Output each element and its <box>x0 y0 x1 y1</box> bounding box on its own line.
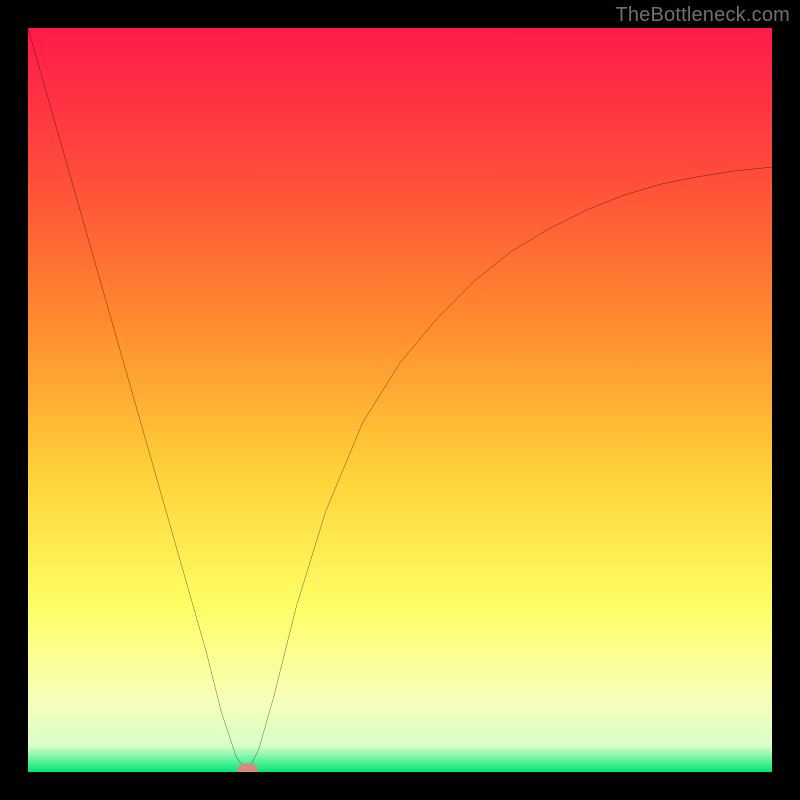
bottleneck-chart <box>28 28 772 772</box>
watermark-text: TheBottleneck.com <box>615 4 790 27</box>
gradient-background <box>28 28 772 772</box>
chart-frame <box>28 28 772 772</box>
